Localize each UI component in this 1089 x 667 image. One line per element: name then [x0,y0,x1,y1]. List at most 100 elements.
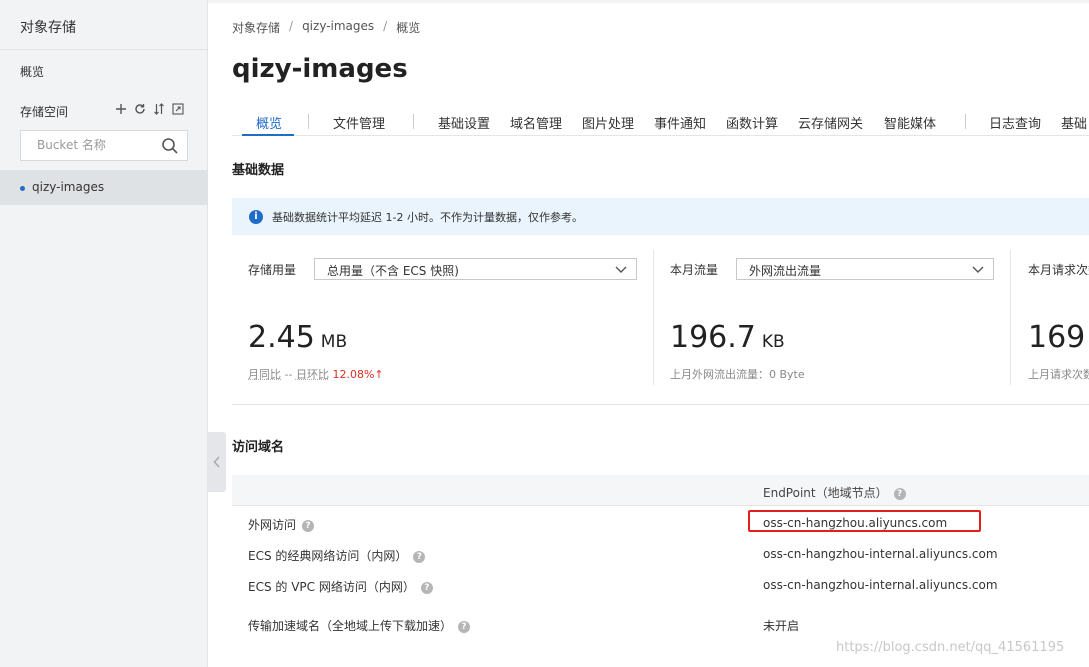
row-label: ECS 的经典网络访问（内网）? [248,547,426,564]
basic-data-title: 基础数据 [232,163,285,178]
card-divider [653,250,654,385]
access-domain-title: 访问域名 [232,440,285,455]
tab-file-management[interactable]: 文件管理 [333,113,385,132]
arrow-up-icon: ↑ [374,368,384,381]
tab-event-notification[interactable]: 事件通知 [654,113,706,132]
sidebar-collapse-handle[interactable] [208,432,226,492]
monthly-traffic-card: 本月流量 外网流出流量 196.7 KB 上月外网流出流量：0 Byte [670,250,995,390]
help-icon[interactable]: ? [420,581,433,594]
help-icon[interactable]: ? [302,519,315,532]
monthly-requests-label: 本月请求次数 [1028,263,1089,277]
expand-icon[interactable] [171,101,185,117]
search-icon[interactable] [161,137,179,155]
monthly-requests-sub: 上月请求次数 [1028,368,1089,381]
storage-usage-select-value: 总用量（不含 ECS 快照) [327,264,459,278]
section-divider [232,404,1089,405]
monthly-traffic-value: 196.7 KB [670,320,785,355]
row-label: 传输加速域名（全地域上传下载加速）? [248,617,471,634]
transfer-acceleration-status: 未开启 [763,619,800,633]
plus-icon[interactable] [114,101,128,117]
endpoint-column-header: EndPoint（地域节点）? [763,484,906,501]
tab-separator [965,114,966,129]
dod-label: 日环比 [295,368,329,381]
monthly-traffic-select-value: 外网流出流量 [749,264,822,278]
table-row: 传输加速域名（全地域上传下载加速）? 未开启 [232,613,1089,635]
ecs-vpc-label: ECS 的 VPC 网络访问（内网） [248,580,415,594]
ecs-classic-endpoint[interactable]: oss-cn-hangzhou-internal.aliyuncs.com [763,547,998,561]
row-label: ECS 的 VPC 网络访问（内网）? [248,578,433,595]
monthly-traffic-sub: 上月外网流出流量：0 Byte [670,368,805,381]
mom-label: 月同比 [248,368,281,381]
chevron-down-icon [615,266,627,273]
storage-usage-select[interactable]: 总用量（不含 ECS 快照) [314,258,637,280]
help-icon[interactable]: ? [458,620,471,633]
breadcrumb-bucket[interactable]: qizy-images [302,19,374,36]
public-access-label: 外网访问 [248,518,297,532]
help-icon[interactable]: ? [893,487,906,500]
info-notice: i 基础数据统计平均延迟 1-2 小时。不作为计量数据，仅作参考。 [232,198,1089,235]
sidebar-item-overview[interactable]: 概览 [20,63,44,80]
table-row: ECS 的 VPC 网络访问（内网）? oss-cn-hangzhou-inte… [232,574,1089,596]
breadcrumb-separator: / [289,19,294,33]
bucket-search-input[interactable] [37,138,157,152]
monthly-requests-value: 169 [1028,320,1085,355]
tab-overview[interactable]: 概览 [256,113,282,132]
info-icon: i [249,210,263,224]
monthly-traffic-label: 本月流量 [670,263,719,277]
transfer-acceleration-label: 传输加速域名（全地域上传下载加速） [248,619,453,633]
monthly-traffic-select[interactable]: 外网流出流量 [736,258,994,280]
help-icon[interactable]: ? [413,550,426,563]
refresh-icon[interactable] [133,101,147,117]
tab-basic-settings[interactable]: 基础设置 [438,113,490,132]
ecs-classic-label: ECS 的经典网络访问（内网） [248,549,408,563]
monthly-traffic-number: 196.7 [670,320,756,355]
chevron-left-icon [213,456,220,468]
dod-value: 12.08% [332,368,375,381]
sidebar-bucket-item[interactable]: qizy-images [0,170,208,205]
tab-separator [413,114,414,129]
tab-log-query[interactable]: 日志查询 [989,113,1041,132]
storage-usage-value: 2.45 MB [248,320,347,355]
tab-function-compute[interactable]: 函数计算 [726,113,778,132]
ecs-vpc-endpoint[interactable]: oss-cn-hangzhou-internal.aliyuncs.com [763,578,998,592]
sort-icon[interactable] [152,101,166,117]
tab-cloud-storage-gateway[interactable]: 云存储网关 [798,113,863,132]
breadcrumb-current: 概览 [396,21,421,35]
storage-usage-label: 存储用量 [248,263,297,277]
storage-space-heading: 存储空间 [20,105,69,119]
mom-value: -- [284,368,293,381]
monthly-traffic-unit: KB [761,332,785,352]
monthly-requests-number: 169 [1028,320,1086,355]
breadcrumb-separator: / [383,19,388,33]
endpoint-highlight-box [748,510,981,532]
monthly-requests-card: 本月请求次数 169 上月请求次数 [1028,250,1089,390]
chevron-down-icon [972,266,984,273]
sidebar: 对象存储 概览 存储空间 qizy-images [0,0,208,667]
endpoint-table-header: EndPoint（地域节点）? [232,475,1089,506]
sidebar-title: 对象存储 [20,20,76,36]
tab-separator [308,114,309,129]
storage-usage-number: 2.45 [248,320,315,355]
storage-usage-unit: MB [320,332,348,352]
page-title: qizy-images [232,54,408,84]
row-label: 外网访问? [248,516,315,533]
tab-basic-more[interactable]: 基础 [1061,113,1087,132]
endpoint-column-label: EndPoint（地域节点） [763,486,888,500]
selected-dot [20,186,25,191]
sidebar-divider [0,49,208,50]
sidebar-toolbar [114,101,185,117]
storage-usage-card: 存储用量 总用量（不含 ECS 快照) 2.45 MB 月同比 -- 日环比 12… [248,250,638,390]
tab-intelligent-media[interactable]: 智能媒体 [884,113,936,132]
tab-bar: 概览 文件管理 基础设置 域名管理 图片处理 事件通知 函数计算 云存储网关 智… [232,106,1089,136]
bucket-search [20,130,188,161]
breadcrumb: 对象存储 / qizy-images / 概览 [232,19,420,36]
bucket-name: qizy-images [32,180,105,194]
watermark: https://blog.csdn.net/qq_41561195 [836,640,1065,655]
table-row: ECS 的经典网络访问（内网）? oss-cn-hangzhou-interna… [232,543,1089,565]
breadcrumb-oss[interactable]: 对象存储 [232,19,280,36]
card-divider [1010,250,1011,385]
storage-usage-compare: 月同比 -- 日环比 12.08%↑ [248,366,384,382]
active-tab-indicator [242,134,294,136]
tab-image-processing[interactable]: 图片处理 [582,113,634,132]
tab-domain-management[interactable]: 域名管理 [510,113,562,132]
